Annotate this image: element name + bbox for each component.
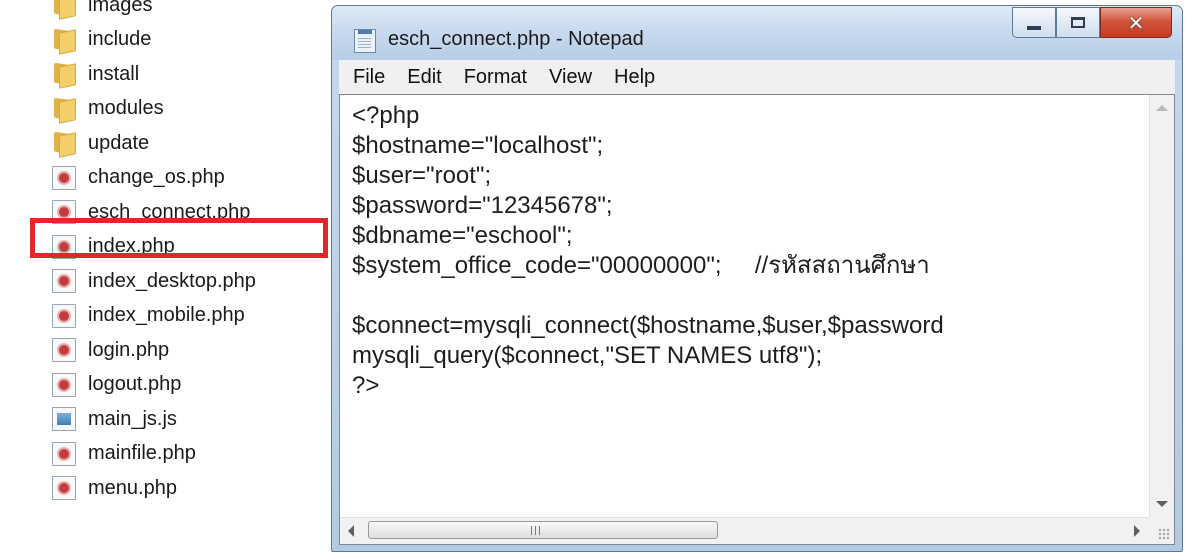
file-name: main_js.js xyxy=(88,407,177,430)
horizontal-scroll-thumb[interactable]: ||| xyxy=(368,521,718,539)
file-item[interactable]: mainfile.php xyxy=(52,437,196,471)
minimize-button[interactable] xyxy=(1012,7,1056,38)
file-name: update xyxy=(88,131,150,154)
code-line: $user="root"; xyxy=(352,162,492,189)
close-button[interactable]: ✕ xyxy=(1100,7,1172,38)
file-item[interactable]: install xyxy=(52,57,139,91)
file-item[interactable]: logout.php xyxy=(52,368,181,402)
horizontal-scrollbar[interactable]: ||| xyxy=(340,517,1150,544)
php-file-icon xyxy=(52,441,76,466)
menu-file[interactable]: File xyxy=(339,66,396,89)
folder-icon xyxy=(52,97,76,124)
folder-icon xyxy=(52,28,76,55)
php-file-icon xyxy=(52,165,76,190)
file-item[interactable]: change_os.php xyxy=(52,161,225,195)
grip-icon: ||| xyxy=(530,526,543,536)
file-name: menu.php xyxy=(88,476,177,499)
resize-grip-icon[interactable] xyxy=(1148,518,1174,544)
close-icon: ✕ xyxy=(1127,10,1145,35)
notepad-icon xyxy=(354,29,376,53)
code-text[interactable]: <?php $hostname="localhost"; $user="root";… xyxy=(352,101,944,401)
menu-bar: File Edit Format View Help xyxy=(339,60,1175,95)
scroll-down-icon[interactable] xyxy=(1156,501,1168,507)
file-name: mainfile.php xyxy=(88,442,196,464)
js-file-icon xyxy=(52,407,76,431)
php-file-icon xyxy=(52,372,76,397)
folder-icon xyxy=(52,62,76,89)
file-name: logout.php xyxy=(88,373,182,395)
window-controls: ✕ xyxy=(1012,7,1172,38)
maximize-icon xyxy=(1071,17,1085,28)
selection-highlight-box xyxy=(30,218,328,258)
file-item[interactable]: modules xyxy=(52,92,164,126)
file-name: login.php xyxy=(88,338,170,361)
file-name: modules xyxy=(88,97,164,119)
code-line: $system_office_code="00000000"; //รหัสสถ… xyxy=(352,252,930,279)
file-item[interactable]: images xyxy=(52,0,152,22)
code-line: <?php xyxy=(352,102,420,129)
file-name: index_mobile.php xyxy=(88,304,245,326)
maximize-button[interactable] xyxy=(1056,7,1100,38)
menu-format[interactable]: Format xyxy=(453,66,538,89)
text-editor-area[interactable]: <?php $hostname="localhost"; $user="root";… xyxy=(339,94,1175,545)
window-title: esch_connect.php - Notepad xyxy=(388,28,644,50)
file-item[interactable]: main_js.js xyxy=(52,402,177,436)
code-line: $connect=mysqli_connect($hostname,$user,… xyxy=(352,312,944,339)
folder-icon xyxy=(52,131,76,158)
title-bar[interactable]: esch_connect.php - Notepad ✕ xyxy=(332,6,1182,60)
file-item[interactable]: menu.php xyxy=(52,471,177,505)
file-item[interactable]: login.php xyxy=(52,333,169,367)
code-line: ?> xyxy=(352,372,380,399)
scroll-up-icon[interactable] xyxy=(1156,105,1168,111)
file-name: change_os.php xyxy=(88,166,225,188)
file-name: include xyxy=(88,28,152,50)
scroll-right-icon[interactable] xyxy=(1134,525,1140,537)
vertical-scrollbar[interactable] xyxy=(1149,95,1174,519)
menu-help[interactable]: Help xyxy=(603,66,666,89)
file-explorer-list: images include install modules update change_… xyxy=(0,0,340,554)
menu-view[interactable]: View xyxy=(538,66,603,89)
code-line: $hostname="localhost"; xyxy=(352,132,604,159)
file-item[interactable]: update xyxy=(52,126,149,160)
code-line: $dbname="eschool"; xyxy=(352,222,573,249)
notepad-window: esch_connect.php - Notepad ✕ File Edit F… xyxy=(331,5,1183,552)
code-line: $password="12345678"; xyxy=(352,192,613,219)
file-item[interactable]: include xyxy=(52,23,151,57)
file-item[interactable]: index_mobile.php xyxy=(52,299,245,333)
php-file-icon xyxy=(52,338,76,362)
php-file-icon xyxy=(52,269,76,293)
menu-edit[interactable]: Edit xyxy=(396,66,452,89)
php-file-icon xyxy=(52,476,76,500)
folder-icon xyxy=(52,0,76,20)
file-name: images xyxy=(88,0,153,16)
code-line: mysqli_query($connect,"SET NAMES utf8"); xyxy=(352,342,823,369)
php-file-icon xyxy=(52,303,76,328)
minimize-icon xyxy=(1027,25,1041,30)
file-item[interactable]: index_desktop.php xyxy=(52,264,256,298)
scroll-left-icon[interactable] xyxy=(348,525,354,537)
file-name: install xyxy=(88,62,140,85)
file-name: index_desktop.php xyxy=(88,269,256,292)
